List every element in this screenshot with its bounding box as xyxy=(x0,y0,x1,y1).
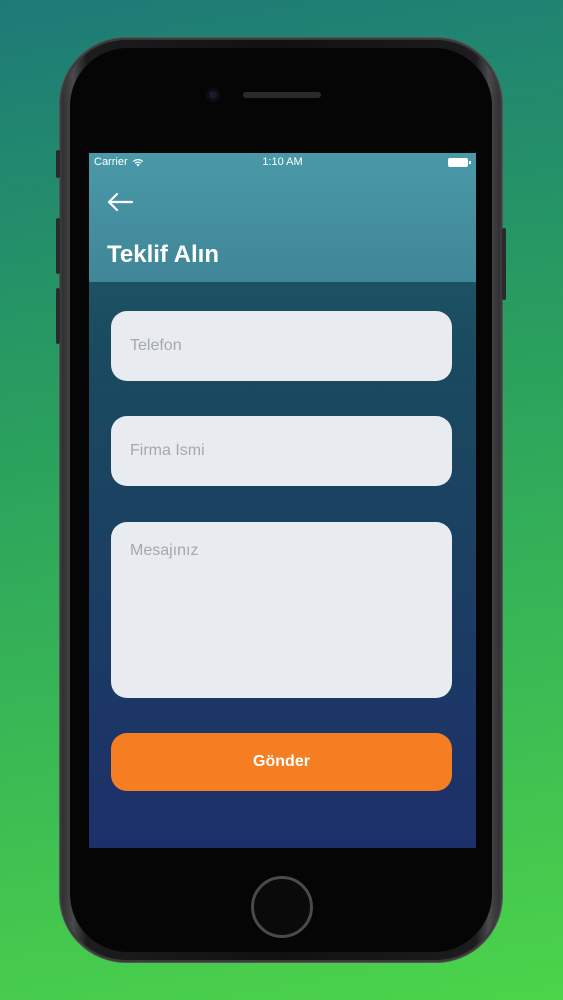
status-bar: Carrier 1:10 AM xyxy=(89,153,476,173)
battery-icon xyxy=(448,158,471,167)
earpiece-speaker xyxy=(243,92,321,98)
nav-header: Carrier 1:10 AM Teklif Alın xyxy=(89,153,476,282)
home-button[interactable] xyxy=(251,876,313,938)
power-button xyxy=(502,228,506,300)
back-button[interactable] xyxy=(105,191,135,213)
message-textarea[interactable] xyxy=(111,522,452,698)
send-button[interactable]: Gönder xyxy=(111,733,452,791)
page-title: Teklif Alın xyxy=(107,241,220,268)
app-screen: Carrier 1:10 AM Teklif Alın Gö xyxy=(89,153,476,848)
status-time: 1:10 AM xyxy=(262,156,303,168)
volume-up-button xyxy=(56,218,60,274)
phone-frame: Carrier 1:10 AM Teklif Alın Gö xyxy=(56,38,506,962)
phone-input[interactable] xyxy=(111,311,452,381)
mute-switch xyxy=(56,150,60,178)
company-name-input[interactable] xyxy=(111,416,452,486)
volume-down-button xyxy=(56,288,60,344)
arrow-left-icon xyxy=(107,192,134,212)
front-camera xyxy=(206,88,220,102)
